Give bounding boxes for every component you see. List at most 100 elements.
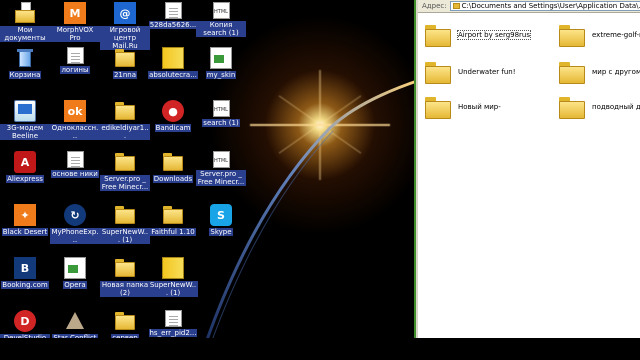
desktop-icon-label: SuperNewW... (1) bbox=[100, 228, 150, 244]
opera-icon bbox=[64, 257, 86, 279]
address-value: C:\Documents and Settings\User\Applicati… bbox=[461, 2, 640, 10]
desktop-icon-label: Корзина bbox=[8, 71, 42, 79]
folder-icon bbox=[558, 94, 586, 120]
explorer-window: Адрес: C:\Documents and Settings\User\Ap… bbox=[416, 0, 640, 338]
folder-icon bbox=[424, 59, 452, 85]
desktop-icon[interactable]: Корзина bbox=[0, 45, 50, 97]
folder-icon bbox=[114, 310, 136, 332]
desktop-icon[interactable]: логины bbox=[50, 45, 100, 97]
desktop-icon[interactable]: Opera bbox=[50, 255, 100, 307]
html-file-icon bbox=[212, 100, 230, 117]
desktop-icon-label: search (1) bbox=[202, 119, 240, 127]
desktop-icon[interactable]: ✦ Black Desert bbox=[0, 202, 50, 254]
desktop-icon[interactable]: SuperNewW... (1) bbox=[100, 202, 150, 254]
aliexpress-icon: A bbox=[14, 151, 36, 173]
folder-item[interactable]: мир с другом bbox=[558, 55, 640, 89]
desktop-icon-label: Opera bbox=[63, 281, 87, 289]
desktop-icon[interactable]: edikeldiyar1... bbox=[100, 98, 150, 150]
desktop-icon-label: Booking.com bbox=[1, 281, 49, 289]
desktop-icon[interactable]: absolutecra... bbox=[148, 45, 198, 97]
folder-icon bbox=[114, 100, 136, 122]
desktop-icon-label: MorphVOX Pro bbox=[50, 26, 100, 42]
desktop-icon-label: Server.pro _ Free Minecr... bbox=[196, 170, 246, 186]
desktop-icon[interactable]: S Skype bbox=[196, 202, 246, 254]
desktop-icon[interactable]: B Booking.com bbox=[0, 255, 50, 307]
desktop-icon[interactable]: ok Одноклассн... bbox=[50, 98, 100, 150]
folder-name: Underwater fun! bbox=[458, 68, 516, 76]
folder-name: extreme-golf-ma... bbox=[592, 31, 640, 39]
folder-name: Новый мир- bbox=[458, 103, 501, 111]
desktop-icon-label: Aliexpress bbox=[6, 175, 44, 183]
beeline-modem-icon bbox=[14, 100, 36, 122]
icon-mark: S bbox=[217, 208, 225, 222]
desktop-icon-label: Skype bbox=[209, 228, 233, 236]
folder-icon bbox=[114, 47, 136, 69]
desktop-icon-label: Копия search (1) bbox=[196, 21, 246, 37]
desktop-icon-label: MyPhoneExp... bbox=[50, 228, 100, 244]
folder-icon bbox=[424, 94, 452, 120]
folder-item[interactable]: Underwater fun! bbox=[424, 55, 516, 89]
text-file-icon bbox=[66, 47, 84, 64]
black-desert-icon: ✦ bbox=[14, 204, 36, 226]
desktop-icon-label: Одноклассн... bbox=[50, 124, 100, 140]
desktop-icon-label: Downloads bbox=[152, 175, 194, 183]
desktop-icon-label: Black Desert bbox=[1, 228, 49, 236]
downloads-folder-icon bbox=[162, 151, 184, 173]
address-field[interactable]: C:\Documents and Settings\User\Applicati… bbox=[449, 1, 640, 11]
desktop-icon[interactable]: ↻ MyPhoneExp... bbox=[50, 202, 100, 254]
my-documents-icon bbox=[14, 2, 36, 24]
folder-item[interactable]: подводный дом bbox=[558, 90, 640, 124]
desktop-icon[interactable]: основе ники bbox=[50, 149, 100, 201]
desktop-icon[interactable]: 21nna bbox=[100, 45, 150, 97]
skype-icon: S bbox=[210, 204, 232, 226]
address-label: Адрес: bbox=[422, 2, 447, 10]
desktop-icon[interactable]: Server.pro _ Free Minecr... bbox=[100, 149, 150, 201]
desktop-icon-label: Новая папка (2) bbox=[100, 281, 150, 297]
desktop-icon[interactable]: SuperNewW... (1) bbox=[148, 255, 198, 307]
desktop-icon[interactable]: Server.pro _ Free Minecr... bbox=[196, 149, 246, 201]
archive-icon bbox=[162, 47, 184, 69]
icon-mark: M bbox=[69, 6, 81, 20]
icon-mark: ✦ bbox=[20, 208, 30, 222]
desktop-icon-label: 528da5626... bbox=[148, 21, 198, 29]
folder-icon bbox=[424, 22, 452, 48]
icon-mark: ↻ bbox=[70, 208, 80, 222]
text-file-icon bbox=[66, 151, 84, 168]
icon-mark: B bbox=[20, 261, 30, 275]
desktop-icon[interactable]: my_skin bbox=[196, 45, 246, 97]
recycle-bin-icon bbox=[14, 47, 36, 69]
desktop-icon-label: edikeldiyar1... bbox=[100, 124, 150, 140]
folder-item[interactable]: Новый мир- bbox=[424, 90, 501, 124]
desktop-icon-label: absolutecra... bbox=[148, 71, 198, 79]
folder-name: Airport by serg98rus bbox=[456, 30, 532, 40]
folder-item[interactable]: Airport by serg98rus bbox=[424, 18, 532, 52]
desktop-icon-label: my_skin bbox=[205, 71, 237, 79]
html-file-icon bbox=[212, 151, 230, 168]
desktop-icon-label: 3G-модем Beeline bbox=[0, 124, 50, 140]
desktop-icon[interactable]: Faithful 1.10 bbox=[148, 202, 198, 254]
folder-icon bbox=[114, 257, 136, 279]
desktop-icon[interactable]: Новая папка (2) bbox=[100, 255, 150, 307]
folder-icon bbox=[558, 59, 586, 85]
desktop-icon[interactable]: ● Bandicam bbox=[148, 98, 198, 150]
desktop-icon-label: hs_err_pid2... bbox=[148, 329, 198, 337]
folder-name: мир с другом bbox=[592, 68, 640, 76]
address-bar: Адрес: C:\Documents and Settings\User\Ap… bbox=[418, 0, 640, 13]
desktop-icon[interactable]: search (1) bbox=[196, 98, 246, 150]
desktop-icon-label: Faithful 1.10 bbox=[150, 228, 196, 236]
folder-item[interactable]: extreme-golf-ma... bbox=[558, 18, 640, 52]
folder-icon bbox=[114, 204, 136, 226]
desktop-icon-label: основе ники bbox=[51, 170, 99, 178]
desktop-icon[interactable]: 3G-модем Beeline bbox=[0, 98, 50, 150]
desktop-icon[interactable]: A Aliexpress bbox=[0, 149, 50, 201]
folder-icon bbox=[452, 3, 460, 9]
folder-icon bbox=[558, 22, 586, 48]
icon-mark: ok bbox=[67, 104, 83, 118]
desktop-icon[interactable]: Downloads bbox=[148, 149, 198, 201]
mailru-games-icon: @ bbox=[114, 2, 136, 24]
morphvox-icon: M bbox=[64, 2, 86, 24]
image-file-icon bbox=[210, 47, 232, 69]
icon-mark: ● bbox=[168, 104, 178, 118]
icon-mark: @ bbox=[119, 6, 131, 20]
desktop-icon-label: Bandicam bbox=[154, 124, 192, 132]
